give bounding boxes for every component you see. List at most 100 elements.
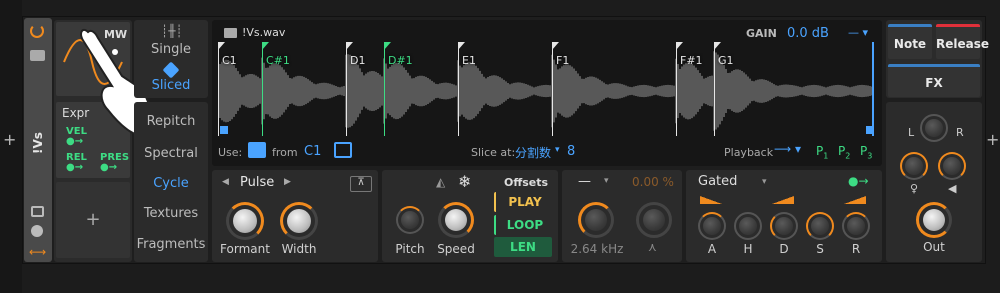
envelope-panel: Gated ▾ ●→ A H D S R: [686, 170, 882, 262]
mod-knob-right[interactable]: [938, 152, 966, 180]
slice-label: G1: [718, 54, 734, 67]
power-icon[interactable]: [30, 24, 44, 38]
next-arrow-icon[interactable]: ▶: [284, 177, 291, 187]
mode-sliced[interactable]: Sliced: [134, 78, 208, 93]
slice-label: F1: [556, 54, 570, 67]
speed-label: Speed: [437, 242, 475, 256]
filter-type-chevron-icon[interactable]: ▾: [604, 176, 609, 186]
filter-percent[interactable]: 0.00 %: [632, 175, 674, 189]
slice-line[interactable]: [714, 42, 715, 136]
p2-button[interactable]: P2: [838, 144, 850, 160]
slice-at-label: Slice at:: [471, 146, 516, 159]
prev-arrow-icon[interactable]: ◀: [222, 177, 229, 187]
attack-knob[interactable]: [698, 212, 726, 240]
slice-mode[interactable]: 分割数: [515, 144, 551, 161]
len-button[interactable]: LEN: [494, 237, 552, 257]
tab-repitch[interactable]: Repitch: [136, 114, 206, 129]
keyboard-icon[interactable]: [248, 142, 266, 158]
envelope-mode[interactable]: Gated: [698, 174, 737, 189]
end-marker[interactable]: [872, 42, 874, 136]
slice-line[interactable]: [346, 42, 347, 136]
filter-type[interactable]: —: [578, 174, 591, 189]
clock-icon[interactable]: [31, 225, 43, 237]
attack-label: A: [707, 242, 717, 256]
slice-line[interactable]: [552, 42, 553, 136]
gain-menu-icon[interactable]: — ▾: [848, 26, 868, 39]
p3-button[interactable]: P3: [860, 144, 872, 160]
slice-label: D#1: [388, 54, 413, 67]
tab-cycle[interactable]: Cycle: [136, 176, 206, 191]
envelope-route-icon[interactable]: ●→: [848, 174, 869, 188]
tab-spectral[interactable]: Spectral: [136, 146, 206, 161]
file-name[interactable]: !Vs.wav: [242, 26, 285, 39]
sustain-knob[interactable]: [806, 212, 834, 240]
speed-knob[interactable]: [438, 202, 474, 238]
file-folder-icon[interactable]: [224, 28, 237, 38]
end-handle[interactable]: [866, 126, 874, 134]
slice-line[interactable]: [262, 42, 263, 136]
mod-knob-left[interactable]: [900, 152, 928, 180]
start-handle[interactable]: [220, 126, 228, 134]
p1-button[interactable]: P1: [816, 144, 828, 160]
slice-flag-icon[interactable]: [552, 42, 559, 50]
playback-direction-icon[interactable]: ⟶ ▾: [774, 142, 801, 156]
formant-knob[interactable]: [226, 202, 264, 240]
left-plus-icon[interactable]: +: [3, 130, 16, 149]
folder-icon[interactable]: [30, 50, 45, 61]
cutoff-knob[interactable]: [578, 202, 614, 238]
slice-line[interactable]: [218, 42, 219, 136]
slice-label: E1: [462, 54, 476, 67]
pan-l-label: L: [908, 126, 915, 139]
device-name[interactable]: !Vs: [31, 119, 45, 167]
slice-flag-icon[interactable]: [384, 42, 391, 50]
pulse-shape-icon[interactable]: ⊼: [350, 176, 372, 192]
mode-single[interactable]: Single: [134, 42, 208, 57]
slice-line[interactable]: [384, 42, 385, 136]
slice-flag-icon[interactable]: [346, 42, 353, 50]
play-button[interactable]: PLAY: [494, 192, 554, 212]
add-modulator-button[interactable]: +: [56, 182, 130, 258]
envelope-chevron-icon[interactable]: ▾: [762, 177, 767, 187]
release-knob[interactable]: [842, 212, 870, 240]
pitch-knob[interactable]: [396, 206, 424, 234]
tab-textures[interactable]: Textures: [136, 206, 206, 221]
slice-flag-icon[interactable]: [676, 42, 683, 50]
slice-flag-icon[interactable]: [458, 42, 465, 50]
slice-count[interactable]: 8: [567, 144, 575, 159]
width-label: Width: [281, 242, 317, 256]
slice-mode-chevron-icon[interactable]: ▾: [555, 145, 560, 155]
waveform-panel: !Vs.wav GAIN 0.0 dB — ▾ C1 C#1 D1 D#1 E1 F1 F#…: [212, 20, 882, 166]
pulse-name[interactable]: Pulse: [240, 175, 274, 190]
slice-flag-icon[interactable]: [218, 42, 225, 50]
resonance-knob[interactable]: [636, 202, 672, 238]
window-icon[interactable]: [31, 206, 44, 217]
slice-line[interactable]: [458, 42, 459, 136]
loop-button[interactable]: LOOP: [494, 215, 554, 235]
width-knob[interactable]: [280, 202, 318, 240]
slice-view-icon[interactable]: [334, 142, 352, 158]
slice-line[interactable]: [676, 42, 677, 136]
slice-flag-icon[interactable]: [714, 42, 721, 50]
slice-flag-icon[interactable]: [262, 42, 269, 50]
decay-label: D: [779, 242, 789, 256]
pres-arrow-icon: ●→: [100, 162, 118, 173]
right-plus-icon[interactable]: +: [986, 130, 999, 149]
sliced-icon: [162, 61, 180, 79]
from-note[interactable]: C1: [304, 144, 321, 159]
arrows-icon[interactable]: ⟷: [29, 245, 46, 259]
fx-button[interactable]: FX: [888, 64, 980, 97]
device-header: !Vs ⟷: [24, 18, 52, 262]
decay-knob[interactable]: [770, 212, 798, 240]
metronome-icon[interactable]: ◭: [436, 175, 445, 189]
note-button[interactable]: Note: [888, 24, 932, 59]
out-knob[interactable]: [916, 202, 952, 238]
gain-value[interactable]: 0.0 dB: [787, 26, 829, 41]
release-button[interactable]: Release: [936, 24, 989, 59]
freeze-icon[interactable]: ❄: [458, 172, 471, 191]
pan-knob[interactable]: [920, 114, 948, 142]
hold-knob[interactable]: [734, 212, 762, 240]
pulse-panel: ◀ Pulse ▶ ⊼ Formant Width: [212, 170, 378, 262]
decay-shape-icon: [772, 196, 794, 204]
sustain-label: S: [816, 242, 824, 256]
tab-fragments[interactable]: Fragments: [136, 237, 206, 252]
